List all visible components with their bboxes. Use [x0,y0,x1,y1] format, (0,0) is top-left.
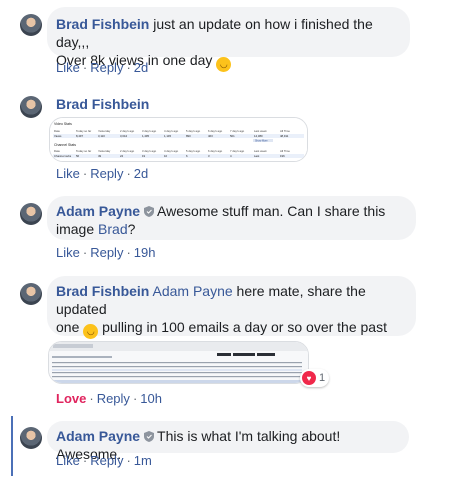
reaction-badge[interactable]: ♥ 1 [300,369,330,387]
love-button[interactable]: Love [56,391,86,406]
mention-link[interactable]: Brad [98,221,128,237]
comment-actions: Like · Reply · 2d [56,166,149,181]
smiley-emoji-icon: ◡ [216,57,232,72]
avatar[interactable] [20,96,42,118]
header-cell: 5 day's ago [186,149,201,153]
timestamp[interactable]: 2d [134,166,148,181]
views-cell: 890 [186,134,191,138]
comment-author[interactable]: Brad Fishbein [56,283,149,299]
header-cell: Last week [254,129,267,133]
header-cell: Today so far [76,129,91,133]
subs-cell: 49 [98,154,102,158]
comment-bubble: Adam Payne This is what I'm talking about… [47,421,409,462]
comment-actions: Like · Reply · 2d [56,60,149,75]
avatar[interactable] [20,203,42,225]
avatar[interactable] [20,427,42,449]
views-cell: 463 [208,134,213,138]
views-cell: 3,044 [120,134,127,138]
views-cell: Views [54,134,62,138]
subs-cell: 24 [120,154,124,158]
comment-bubble: Brad Fishbein Adam Payne here mate, shar… [47,276,416,356]
comment-bubble: Brad Fishbein just an update on how i fi… [47,7,410,72]
like-button[interactable]: Like [56,60,80,75]
comment-text-line2a: one [56,319,80,335]
header-cell: 7 day's ago [230,149,245,153]
views-cell: 8,497 [76,134,83,138]
views-cell: 1,495 [142,134,149,138]
header-cell: 4 day's ago [164,129,179,133]
comment-text-1: Awesome stuff man. Can I share this [157,203,386,219]
timestamp[interactable]: 10h [140,391,162,406]
shield-badge-icon [144,431,155,442]
views-cell: 14,380 [254,134,263,138]
comment-actions: Like · Reply · 1m [56,453,152,468]
header-cell: 5 day's ago [186,129,201,133]
header-cell: Today so far [76,149,91,153]
header-cell: Yesterday [98,149,111,153]
header-cell: Date [54,149,60,153]
comment-actions: Love · Reply · 10h [56,391,162,406]
views-cell: 501 [230,134,235,138]
comment-actions: Like · Reply · 19h [56,245,156,260]
timestamp[interactable]: 19h [134,245,156,260]
subs-cell: Channel subs [54,154,72,158]
header-cell: Date [54,129,60,133]
header-cell: 4 day's ago [164,149,179,153]
timestamp[interactable]: 2d [134,60,148,75]
header-cell: All Time [280,149,290,153]
subs-cell: 196 [280,154,285,158]
section2-title: Channel Stats [54,143,76,147]
comment-text-line2b: pulling in 100 emails a day or so over t… [102,319,387,335]
like-button[interactable]: Like [56,453,80,468]
views-cell: 3,110 [98,134,105,138]
header-cell: 2 day's ago [120,129,135,133]
timestamp[interactable]: 1m [134,453,152,468]
header-cell: 6 day's ago [208,129,223,133]
like-button[interactable]: Like [56,166,80,181]
header-cell: 3 day's ago [142,129,157,133]
heart-icon: ♥ [302,371,316,385]
header-cell: 3 day's ago [142,149,157,153]
views-cell: 1,145 [164,134,171,138]
header-cell: 7 day's ago [230,129,245,133]
shield-badge-icon [144,206,155,217]
attachment-image[interactable] [48,341,309,384]
subs-cell: Last [254,154,260,158]
reply-button[interactable]: Reply [90,453,123,468]
reply-button[interactable]: Reply [97,391,130,406]
email-stats-screenshot [49,342,308,383]
reply-button[interactable]: Reply [90,60,123,75]
reply-button[interactable]: Reply [90,245,123,260]
reply-thread-indicator [11,416,13,476]
header-cell: Last week [254,149,267,153]
section1-title: Video Stats [54,122,72,126]
views-cell: 48,911 [280,134,289,138]
comment-author[interactable]: Adam Payne [56,203,140,219]
comment-author[interactable]: Brad Fishbein [56,96,149,112]
show-more: Show More [255,140,268,143]
mention-link[interactable]: Adam Payne [152,283,232,299]
comment-text-3: ? [127,221,136,237]
video-stats-screenshot: Video Stats Date Today so far Yesterday 2 d… [50,118,307,161]
comment-text-2: image [56,221,95,237]
comment-author[interactable]: Brad Fishbein [56,16,149,32]
smiley-emoji-icon: ◡ [83,324,99,339]
subs-cell: 10 [164,154,168,158]
comment-bubble: Adam Payne Awesome stuff man. Can I share… [47,196,416,240]
subs-cell: 19 [142,154,146,158]
subs-cell: 56 [76,154,80,158]
reply-button[interactable]: Reply [90,166,123,181]
header-cell: All Time [280,129,290,133]
like-button[interactable]: Like [56,245,80,260]
attachment-image[interactable]: Video Stats Date Today so far Yesterday 2 d… [49,117,308,162]
header-cell: 2 day's ago [120,149,135,153]
header-cell: Yesterday [98,129,111,133]
header-cell: 6 day's ago [208,149,223,153]
avatar[interactable] [20,283,42,305]
reaction-count: 1 [319,372,326,384]
avatar[interactable] [20,14,42,36]
comment-author[interactable]: Adam Payne [56,428,140,444]
